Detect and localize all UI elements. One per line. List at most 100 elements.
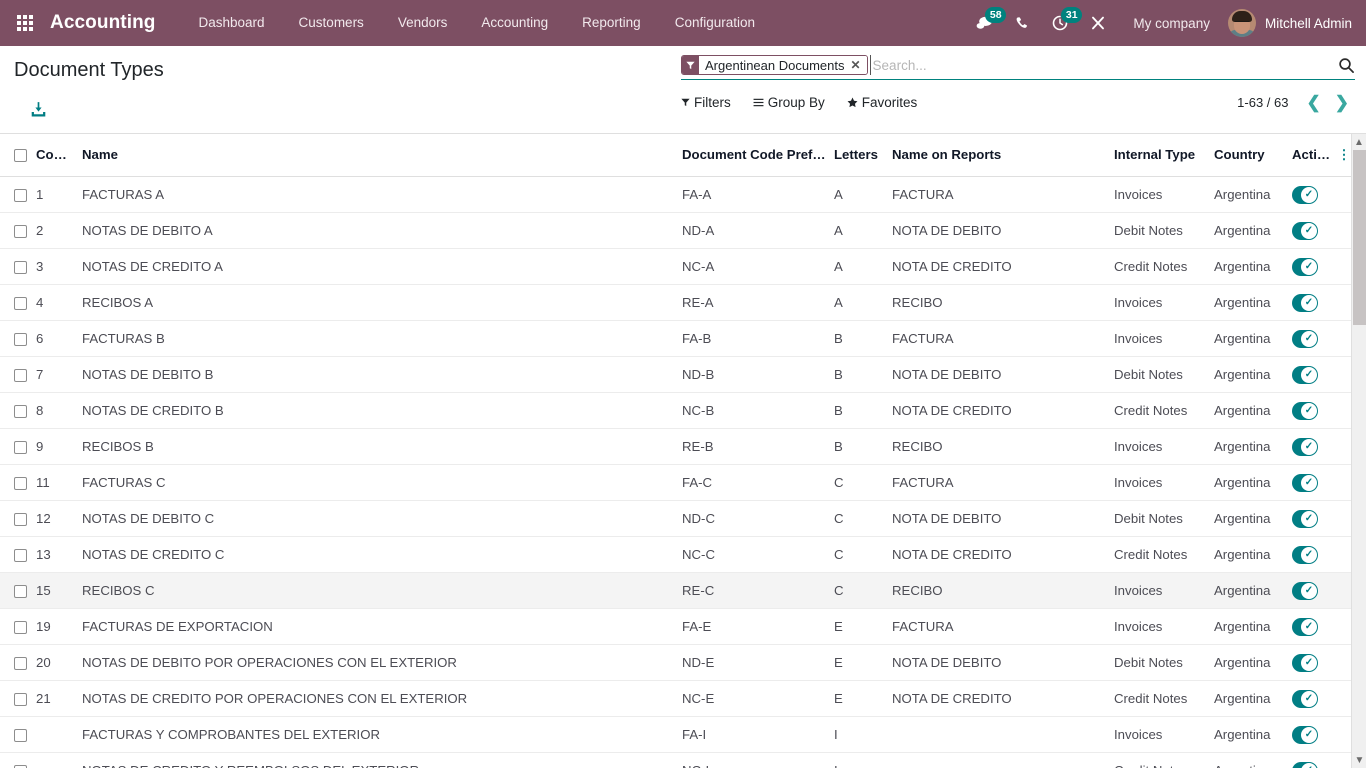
scroll-up-arrow[interactable]: ▲ [1352, 134, 1366, 150]
app-brand-title[interactable]: Accounting [42, 12, 160, 34]
column-header-active[interactable]: Acti… [1292, 134, 1336, 177]
active-toggle[interactable]: ✓ [1292, 725, 1318, 744]
row-checkbox[interactable] [14, 692, 27, 706]
row-checkbox[interactable] [14, 224, 27, 238]
menu-item-dashboard[interactable]: Dashboard [182, 0, 282, 46]
phone-button[interactable] [1004, 0, 1041, 46]
table-row[interactable]: 13 NOTAS DE CREDITO C NC-C C NOTA DE CREDITO… [0, 536, 1352, 573]
active-toggle[interactable]: ✓ [1292, 401, 1318, 420]
scrollbar-thumb[interactable] [1353, 150, 1366, 325]
column-header-code-prefix[interactable]: Document Code Pref… [682, 134, 834, 177]
search-input-row: Argentinean Documents ✕ [681, 54, 1355, 80]
row-checkbox[interactable] [14, 512, 27, 526]
active-toggle[interactable]: ✓ [1292, 653, 1318, 672]
filters-label: Filters [694, 94, 731, 110]
debug-menu-button[interactable] [1079, 0, 1117, 46]
active-toggle[interactable]: ✓ [1292, 329, 1318, 348]
favorites-dropdown[interactable]: Favorites [847, 95, 917, 110]
table-row[interactable]: 6 FACTURAS B FA-B B FACTURA Invoices Argentina… [0, 320, 1352, 357]
column-header-name-on-reports[interactable]: Name on Reports [892, 134, 1114, 177]
active-toggle[interactable]: ✓ [1292, 365, 1318, 384]
close-icon[interactable]: ✕ [849, 56, 867, 74]
column-header-country[interactable]: Country [1214, 134, 1292, 177]
table-row[interactable]: FACTURAS Y COMPROBANTES DEL EXTERIOR FA-I… [0, 716, 1352, 753]
table-row[interactable]: 7 NOTAS DE DEBITO B ND-B B NOTA DE DEBITO Deb… [0, 356, 1352, 393]
pager-previous-button[interactable]: ❮ [1301, 94, 1327, 111]
row-checkbox[interactable] [14, 404, 27, 418]
select-all-checkbox[interactable] [14, 149, 27, 163]
table-row[interactable]: 12 NOTAS DE DEBITO C ND-C C NOTA DE DEBITO De… [0, 500, 1352, 537]
scroll-down-arrow[interactable]: ▼ [1352, 752, 1366, 768]
menu-item-vendors[interactable]: Vendors [381, 0, 465, 46]
column-header-name[interactable]: Name [82, 134, 682, 177]
table-row[interactable]: 9 RECIBOS B RE-B B RECIBO Invoices Argentina ✓ [0, 428, 1352, 465]
cell-internal-type: Credit Notes [1114, 392, 1214, 429]
row-checkbox[interactable] [14, 548, 27, 562]
cell-letters: B [834, 356, 892, 393]
row-checkbox[interactable] [14, 368, 27, 382]
table-row[interactable]: 11 FACTURAS C FA-C C FACTURA Invoices Argentin… [0, 464, 1352, 501]
table-row[interactable]: 4 RECIBOS A RE-A A RECIBO Invoices Argentina ✓ [0, 284, 1352, 321]
user-menu[interactable]: Mitchell Admin [1224, 9, 1352, 37]
table-row[interactable]: NOTAS DE CREDITO Y REEMBOLSOS DEL EXTERI… [0, 752, 1352, 768]
export-button[interactable] [30, 97, 56, 121]
active-toggle[interactable]: ✓ [1292, 509, 1318, 528]
table-row[interactable]: 15 RECIBOS C RE-C C RECIBO Invoices Argentina ✓ [0, 572, 1352, 609]
table-row[interactable]: 20 NOTAS DE DEBITO POR OPERACIONES CON EL… [0, 644, 1352, 681]
active-toggle[interactable]: ✓ [1292, 761, 1318, 768]
active-toggle[interactable]: ✓ [1292, 293, 1318, 312]
cell-spacer [1336, 680, 1352, 717]
table-row[interactable]: 2 NOTAS DE DEBITO A ND-A A NOTA DE DEBITO Deb… [0, 212, 1352, 249]
cell-spacer [1336, 644, 1352, 681]
row-checkbox[interactable] [14, 728, 27, 742]
search-facet-argentinean-documents[interactable]: Argentinean Documents ✕ [681, 55, 868, 75]
pager-next-button[interactable]: ❯ [1329, 94, 1355, 111]
row-checkbox[interactable] [14, 296, 27, 310]
column-header-letters[interactable]: Letters [834, 134, 892, 177]
active-toggle[interactable]: ✓ [1292, 185, 1318, 204]
row-checkbox[interactable] [14, 620, 27, 634]
check-circle-icon: ✓ [1301, 690, 1317, 707]
search-icon[interactable] [1338, 57, 1355, 74]
table-row[interactable]: 3 NOTAS DE CREDITO A NC-A A NOTA DE CREDITO C… [0, 248, 1352, 285]
row-checkbox[interactable] [14, 440, 27, 454]
active-toggle[interactable]: ✓ [1292, 257, 1318, 276]
table-row[interactable]: 21 NOTAS DE CREDITO POR OPERACIONES CON E… [0, 680, 1352, 717]
cell-internal-type: Invoices [1114, 176, 1214, 213]
row-checkbox[interactable] [14, 656, 27, 670]
row-checkbox[interactable] [14, 764, 27, 768]
row-checkbox[interactable] [14, 188, 27, 202]
cell-name: FACTURAS B [82, 320, 682, 357]
active-toggle[interactable]: ✓ [1292, 617, 1318, 636]
column-header-internal-type[interactable]: Internal Type [1114, 134, 1214, 177]
table-row[interactable]: 19 FACTURAS DE EXPORTACION FA-E E FACTURA Inv… [0, 608, 1352, 645]
company-switcher[interactable]: My company [1117, 16, 1224, 31]
filters-dropdown[interactable]: Filters [681, 95, 731, 110]
activities-button[interactable]: 31 [1041, 0, 1083, 46]
cell-name: NOTAS DE CREDITO Y REEMBOLSOS DEL EXTERI… [82, 752, 682, 768]
apps-grid-icon[interactable] [8, 0, 42, 46]
column-header-code[interactable]: Co… [36, 134, 82, 177]
active-toggle[interactable]: ✓ [1292, 221, 1318, 240]
active-toggle[interactable]: ✓ [1292, 437, 1318, 456]
vertical-scrollbar[interactable]: ▲ ▼ [1351, 134, 1366, 768]
table-row[interactable]: 8 NOTAS DE CREDITO B NC-B B NOTA DE CREDITO C… [0, 392, 1352, 429]
menu-item-customers[interactable]: Customers [282, 0, 381, 46]
cell-name: FACTURAS DE EXPORTACION [82, 608, 682, 645]
menu-item-configuration[interactable]: Configuration [658, 0, 772, 46]
messages-button[interactable]: 58 [965, 0, 1007, 46]
row-checkbox[interactable] [14, 260, 27, 274]
table-row[interactable]: 1 FACTURAS A FA-A A FACTURA Invoices Argentina… [0, 176, 1352, 213]
menu-item-reporting[interactable]: Reporting [565, 0, 658, 46]
active-toggle[interactable]: ✓ [1292, 545, 1318, 564]
active-toggle[interactable]: ✓ [1292, 581, 1318, 600]
search-input[interactable] [869, 55, 1330, 75]
active-toggle[interactable]: ✓ [1292, 689, 1318, 708]
menu-item-accounting[interactable]: Accounting [464, 0, 565, 46]
optional-columns-dropdown[interactable]: ⋮ [1336, 134, 1352, 177]
active-toggle[interactable]: ✓ [1292, 473, 1318, 492]
row-checkbox[interactable] [14, 584, 27, 598]
row-checkbox[interactable] [14, 476, 27, 490]
row-checkbox[interactable] [14, 332, 27, 346]
groupby-dropdown[interactable]: Group By [753, 95, 825, 110]
